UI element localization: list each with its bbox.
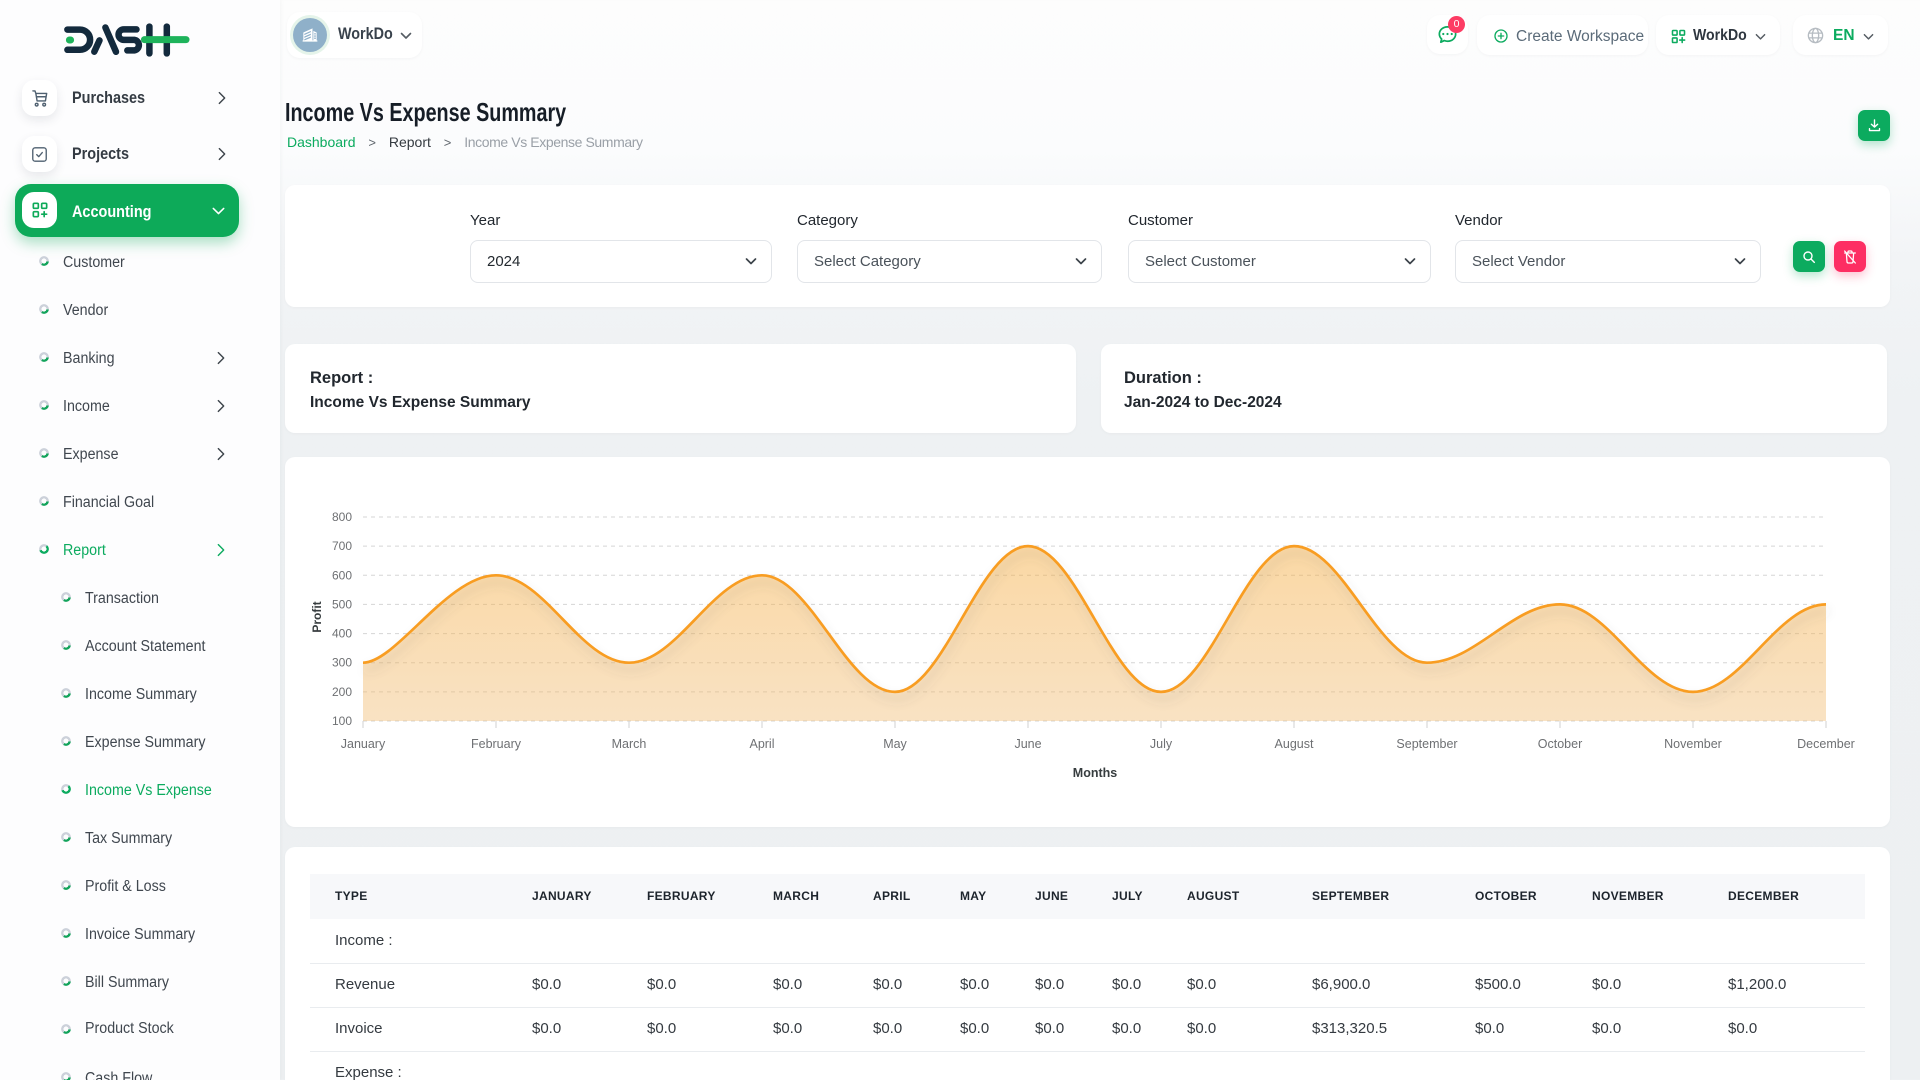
svg-text:October: October xyxy=(1538,737,1582,751)
svg-text:November: November xyxy=(1664,737,1722,751)
svg-text:200: 200 xyxy=(332,685,352,699)
svg-text:September: September xyxy=(1396,737,1457,751)
svg-text:800: 800 xyxy=(332,510,352,524)
svg-text:500: 500 xyxy=(332,597,352,611)
svg-text:March: March xyxy=(612,737,647,751)
svg-text:400: 400 xyxy=(332,627,352,641)
svg-text:Months: Months xyxy=(1073,766,1117,780)
svg-text:December: December xyxy=(1797,737,1855,751)
svg-text:600: 600 xyxy=(332,568,352,582)
svg-text:August: August xyxy=(1275,737,1314,751)
svg-text:100: 100 xyxy=(332,714,352,728)
svg-text:April: April xyxy=(749,737,774,751)
svg-text:July: July xyxy=(1150,737,1173,751)
svg-text:May: May xyxy=(883,737,907,751)
svg-text:700: 700 xyxy=(332,539,352,553)
svg-text:February: February xyxy=(471,737,522,751)
svg-text:Profit: Profit xyxy=(310,601,324,632)
svg-text:300: 300 xyxy=(332,656,352,670)
svg-text:June: June xyxy=(1014,737,1041,751)
svg-text:January: January xyxy=(341,737,386,751)
